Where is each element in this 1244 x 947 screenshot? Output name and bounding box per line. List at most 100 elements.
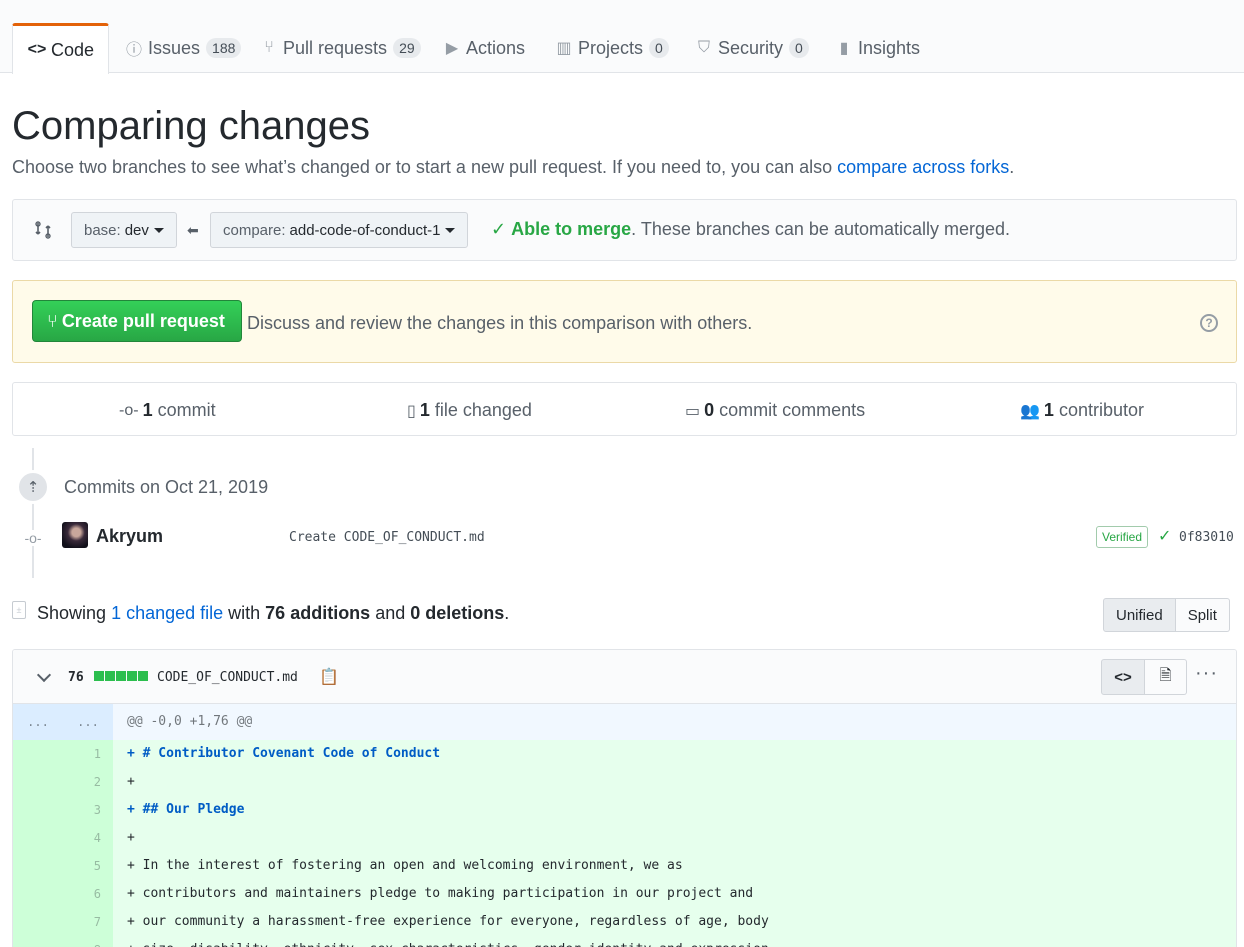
tab-issues[interactable]: ⓘ Issues 188 <box>124 23 242 73</box>
new-line-number[interactable]: 4 <box>63 824 113 852</box>
compare-across-forks-link[interactable]: compare across forks <box>837 157 1009 177</box>
commits-label: commit <box>157 400 216 420</box>
comment-icon: ▭ <box>685 402 701 420</box>
unified-button[interactable]: Unified <box>1103 598 1176 632</box>
file-header: 76 CODE_OF_CONDUCT.md 📋 <> 🗎 ··· <box>13 650 1236 704</box>
tab-pull-requests[interactable]: ⑂ Pull requests 29 <box>259 23 421 73</box>
diff-line: 8 + size, disability, ethnicity, sex cha… <box>13 936 1236 947</box>
check-icon: ✓ <box>1158 528 1172 545</box>
files-count: 1 <box>419 400 430 420</box>
tab-security[interactable]: ⛉ Security 0 <box>694 23 809 73</box>
line-code: + <box>113 768 1236 796</box>
tab-projects[interactable]: ▥ Projects 0 <box>554 23 669 73</box>
old-line-number <box>13 768 63 796</box>
new-line-number[interactable]: 1 <box>63 740 113 768</box>
tab-code[interactable]: <> Code <box>12 23 110 74</box>
chevron-down-icon[interactable] <box>36 667 52 683</box>
tab-label: Insights <box>858 37 921 58</box>
line-code: + our community a harassment-free experi… <box>113 908 1236 936</box>
old-line-number <box>13 936 63 947</box>
tab-actions[interactable]: ▶ Actions <box>442 23 525 73</box>
issues-counter: 188 <box>206 38 242 58</box>
new-line-number[interactable]: 6 <box>63 880 113 908</box>
source-view-button[interactable]: <> <box>1101 659 1145 695</box>
create-pr-box: ⑂ Create pull request Discuss and review… <box>12 280 1237 363</box>
new-line-number[interactable]: 7 <box>63 908 113 936</box>
clipboard-icon[interactable]: 📋 <box>319 667 339 687</box>
file-name[interactable]: CODE_OF_CONDUCT.md <box>157 670 298 685</box>
tab-insights[interactable]: ▮ Insights <box>834 23 920 73</box>
line-code: + <box>113 824 1236 852</box>
file-changes-count: 76 <box>68 670 84 685</box>
old-line-number <box>13 740 63 768</box>
commit-icon: -o- <box>119 401 139 419</box>
create-pr-label: Create pull request <box>61 310 225 331</box>
check-icon: ✓ <box>491 219 507 239</box>
tab-label: Pull requests <box>283 37 388 58</box>
diff-line: 6 + contributors and maintainers pledge … <box>13 880 1236 908</box>
toc-text: with <box>223 603 266 623</box>
timeline-line <box>32 448 34 578</box>
diff-table: ... ... @@ -0,0 +1,76 @@ 1 + # Contribut… <box>13 704 1236 947</box>
merge-description: . These branches can be automatically me… <box>631 219 1011 239</box>
line-code: + In the interest of fostering an open a… <box>113 852 1236 880</box>
contributors-label: contributor <box>1058 400 1144 420</box>
file-icon: 🗎 <box>1159 666 1172 684</box>
create-pr-description: Discuss and review the changes in this c… <box>247 313 753 333</box>
new-line-number[interactable]: 3 <box>63 796 113 824</box>
base-branch-select[interactable]: base: dev <box>71 212 177 248</box>
range-editor: base: dev ⬅ compare: add-code-of-conduct… <box>12 199 1237 261</box>
create-pull-request-button[interactable]: ⑂ Create pull request <box>32 300 242 342</box>
expand-left[interactable]: ... <box>13 704 63 740</box>
shield-icon: ⛉ <box>697 39 710 56</box>
files-summary[interactable]: ▯ 1 file changed <box>407 400 532 421</box>
compare-swap-icon[interactable] <box>33 220 53 240</box>
split-button[interactable]: Split <box>1175 598 1230 632</box>
file-diff-icon: ± <box>12 601 26 619</box>
code-icon: <> <box>27 41 47 58</box>
diff-line: 2 + <box>13 768 1236 796</box>
compare-branch-select[interactable]: compare: add-code-of-conduct-1 <box>210 212 469 248</box>
diffstat <box>94 671 148 681</box>
commit-sha[interactable]: 0f83010 <box>1179 530 1234 545</box>
page-title: Comparing changes <box>12 104 370 148</box>
commit-author[interactable]: Akryum <box>96 526 163 547</box>
question-icon[interactable]: ? <box>1200 314 1218 332</box>
expand-right[interactable]: ... <box>63 704 113 740</box>
verified-badge[interactable]: Verified <box>1096 526 1149 548</box>
caret-down-icon <box>153 227 164 233</box>
line-code: + size, disability, ethnicity, sex chara… <box>113 936 1236 947</box>
pull-request-icon: ⑂ <box>47 310 58 331</box>
diff-line: 3 + ## Our Pledge <box>13 796 1236 824</box>
tab-label: Issues <box>148 37 201 58</box>
new-line-number[interactable]: 2 <box>63 768 113 796</box>
new-line-number[interactable]: 5 <box>63 852 113 880</box>
comments-summary[interactable]: ▭ 0 commit comments <box>685 400 865 421</box>
people-icon: 👥 <box>1020 402 1040 420</box>
files-label: file changed <box>434 400 532 420</box>
comments-count: 0 <box>704 400 715 420</box>
code-icon: <> <box>1114 668 1132 686</box>
line-code: + contributors and maintainers pledge to… <box>113 880 1236 908</box>
base-value: dev <box>124 221 149 239</box>
commits-summary[interactable]: -o- 1 commit <box>119 400 216 421</box>
toc-text: Showing <box>37 603 112 623</box>
tab-label: Security <box>718 37 784 58</box>
additions-count: 76 additions <box>265 603 371 623</box>
arrow-left-icon: ⬅ <box>187 222 199 238</box>
repo-nav: <> Code ⓘ Issues 188 ⑂ Pull requests 29 … <box>0 0 1244 74</box>
avatar[interactable] <box>62 522 88 548</box>
contributors-summary[interactable]: 👥 1 contributor <box>1020 400 1144 421</box>
toc-text: . <box>504 603 510 623</box>
subtitle-text: Choose two branches to see what’s change… <box>12 157 838 177</box>
changed-files-link[interactable]: 1 changed file <box>111 603 223 623</box>
file-view-toggle: <> 🗎 <box>1101 659 1187 695</box>
rich-view-button[interactable]: 🗎 <box>1145 659 1187 695</box>
new-line-number[interactable]: 8 <box>63 936 113 947</box>
contributors-count: 1 <box>1043 400 1054 420</box>
pull-requests-counter: 29 <box>393 38 421 58</box>
old-line-number <box>13 908 63 936</box>
kebab-horizontal-icon[interactable]: ··· <box>1195 662 1218 685</box>
commit-message[interactable]: Create CODE_OF_CONDUCT.md <box>289 530 485 545</box>
diff-line: 1 + # Contributor Covenant Code of Condu… <box>13 740 1236 768</box>
